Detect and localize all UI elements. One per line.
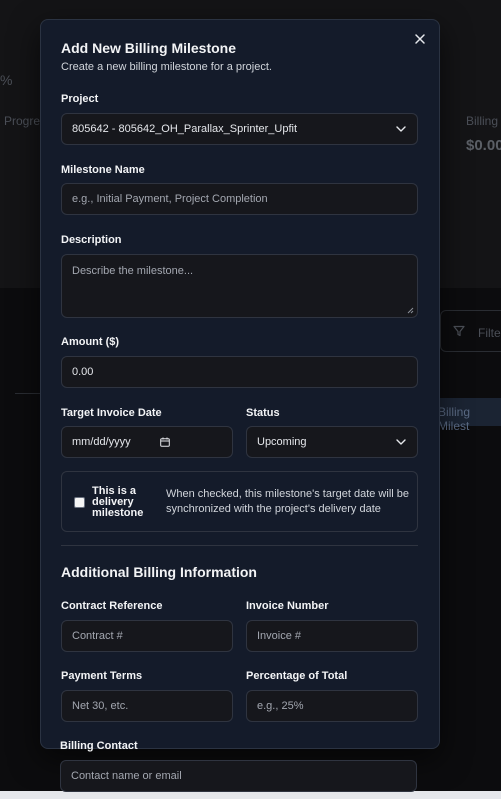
- dialog-title: Add New Billing Milestone: [61, 40, 237, 56]
- billing-contact-input[interactable]: Contact name or email: [60, 760, 417, 792]
- close-icon[interactable]: [413, 32, 427, 46]
- background-filter-label: Filte: [478, 326, 501, 340]
- delivery-milestone-label[interactable]: This is a delivery milestone: [92, 486, 162, 519]
- background-percent: %: [0, 72, 13, 88]
- delivery-milestone-box: This is a delivery milestone When checke…: [61, 471, 418, 532]
- status-select-value: Upcoming: [257, 436, 307, 448]
- section-divider: [61, 545, 418, 546]
- description-label: Description: [61, 234, 122, 246]
- target-invoice-date-label: Target Invoice Date: [61, 407, 162, 419]
- background-tab-label: Billing Milest: [438, 405, 471, 433]
- milestone-name-input[interactable]: e.g., Initial Payment, Project Completio…: [61, 183, 418, 215]
- project-select[interactable]: 805642 - 805642_OH_Parallax_Sprinter_Upf…: [61, 113, 418, 145]
- chevron-down-icon: [396, 126, 406, 132]
- dialog-content: Add New Billing Milestone Create a new b…: [41, 20, 439, 748]
- invoice-number-input[interactable]: Invoice #: [246, 620, 418, 652]
- percentage-of-total-label: Percentage of Total: [246, 670, 348, 682]
- calendar-icon[interactable]: [160, 437, 170, 447]
- contract-reference-input[interactable]: Contract #: [61, 620, 233, 652]
- project-label: Project: [61, 93, 99, 105]
- delivery-milestone-checkbox[interactable]: [74, 497, 85, 508]
- date-format-placeholder: mm/dd/yyyy: [72, 436, 131, 448]
- description-textarea[interactable]: Describe the milestone...: [61, 254, 418, 318]
- status-label: Status: [246, 407, 280, 419]
- background-billing-label: Billing: [466, 114, 499, 128]
- filter-icon: [453, 325, 465, 337]
- billing-contact-label: Billing Contact: [60, 740, 138, 752]
- dialog-subtitle: Create a new billing milestone for a pro…: [61, 61, 272, 73]
- contract-reference-label: Contract Reference: [61, 600, 163, 612]
- background-billing-amount: $0.00: [466, 137, 501, 154]
- project-select-value: 805642 - 805642_OH_Parallax_Sprinter_Upf…: [72, 123, 298, 135]
- target-invoice-date-input[interactable]: mm/dd/yyyy: [61, 426, 233, 458]
- chevron-down-icon: [396, 439, 406, 445]
- amount-label: Amount ($): [61, 336, 120, 348]
- invoice-number-label: Invoice Number: [246, 600, 329, 612]
- additional-billing-heading: Additional Billing Information: [61, 564, 257, 580]
- background-divider: [15, 393, 43, 394]
- horizontal-scrollbar[interactable]: [0, 791, 501, 799]
- payment-terms-label: Payment Terms: [61, 670, 143, 682]
- amount-input[interactable]: 0.00: [61, 356, 418, 388]
- payment-terms-input[interactable]: Net 30, etc.: [61, 690, 233, 722]
- description-placeholder: Describe the milestone...: [72, 265, 194, 277]
- percentage-of-total-input[interactable]: e.g., 25%: [246, 690, 418, 722]
- add-billing-milestone-dialog: Add New Billing Milestone Create a new b…: [40, 19, 440, 749]
- resize-handle-icon[interactable]: [407, 307, 414, 314]
- status-select[interactable]: Upcoming: [246, 426, 418, 458]
- delivery-milestone-help: When checked, this milestone's target da…: [166, 488, 409, 515]
- milestone-name-label: Milestone Name: [61, 164, 145, 176]
